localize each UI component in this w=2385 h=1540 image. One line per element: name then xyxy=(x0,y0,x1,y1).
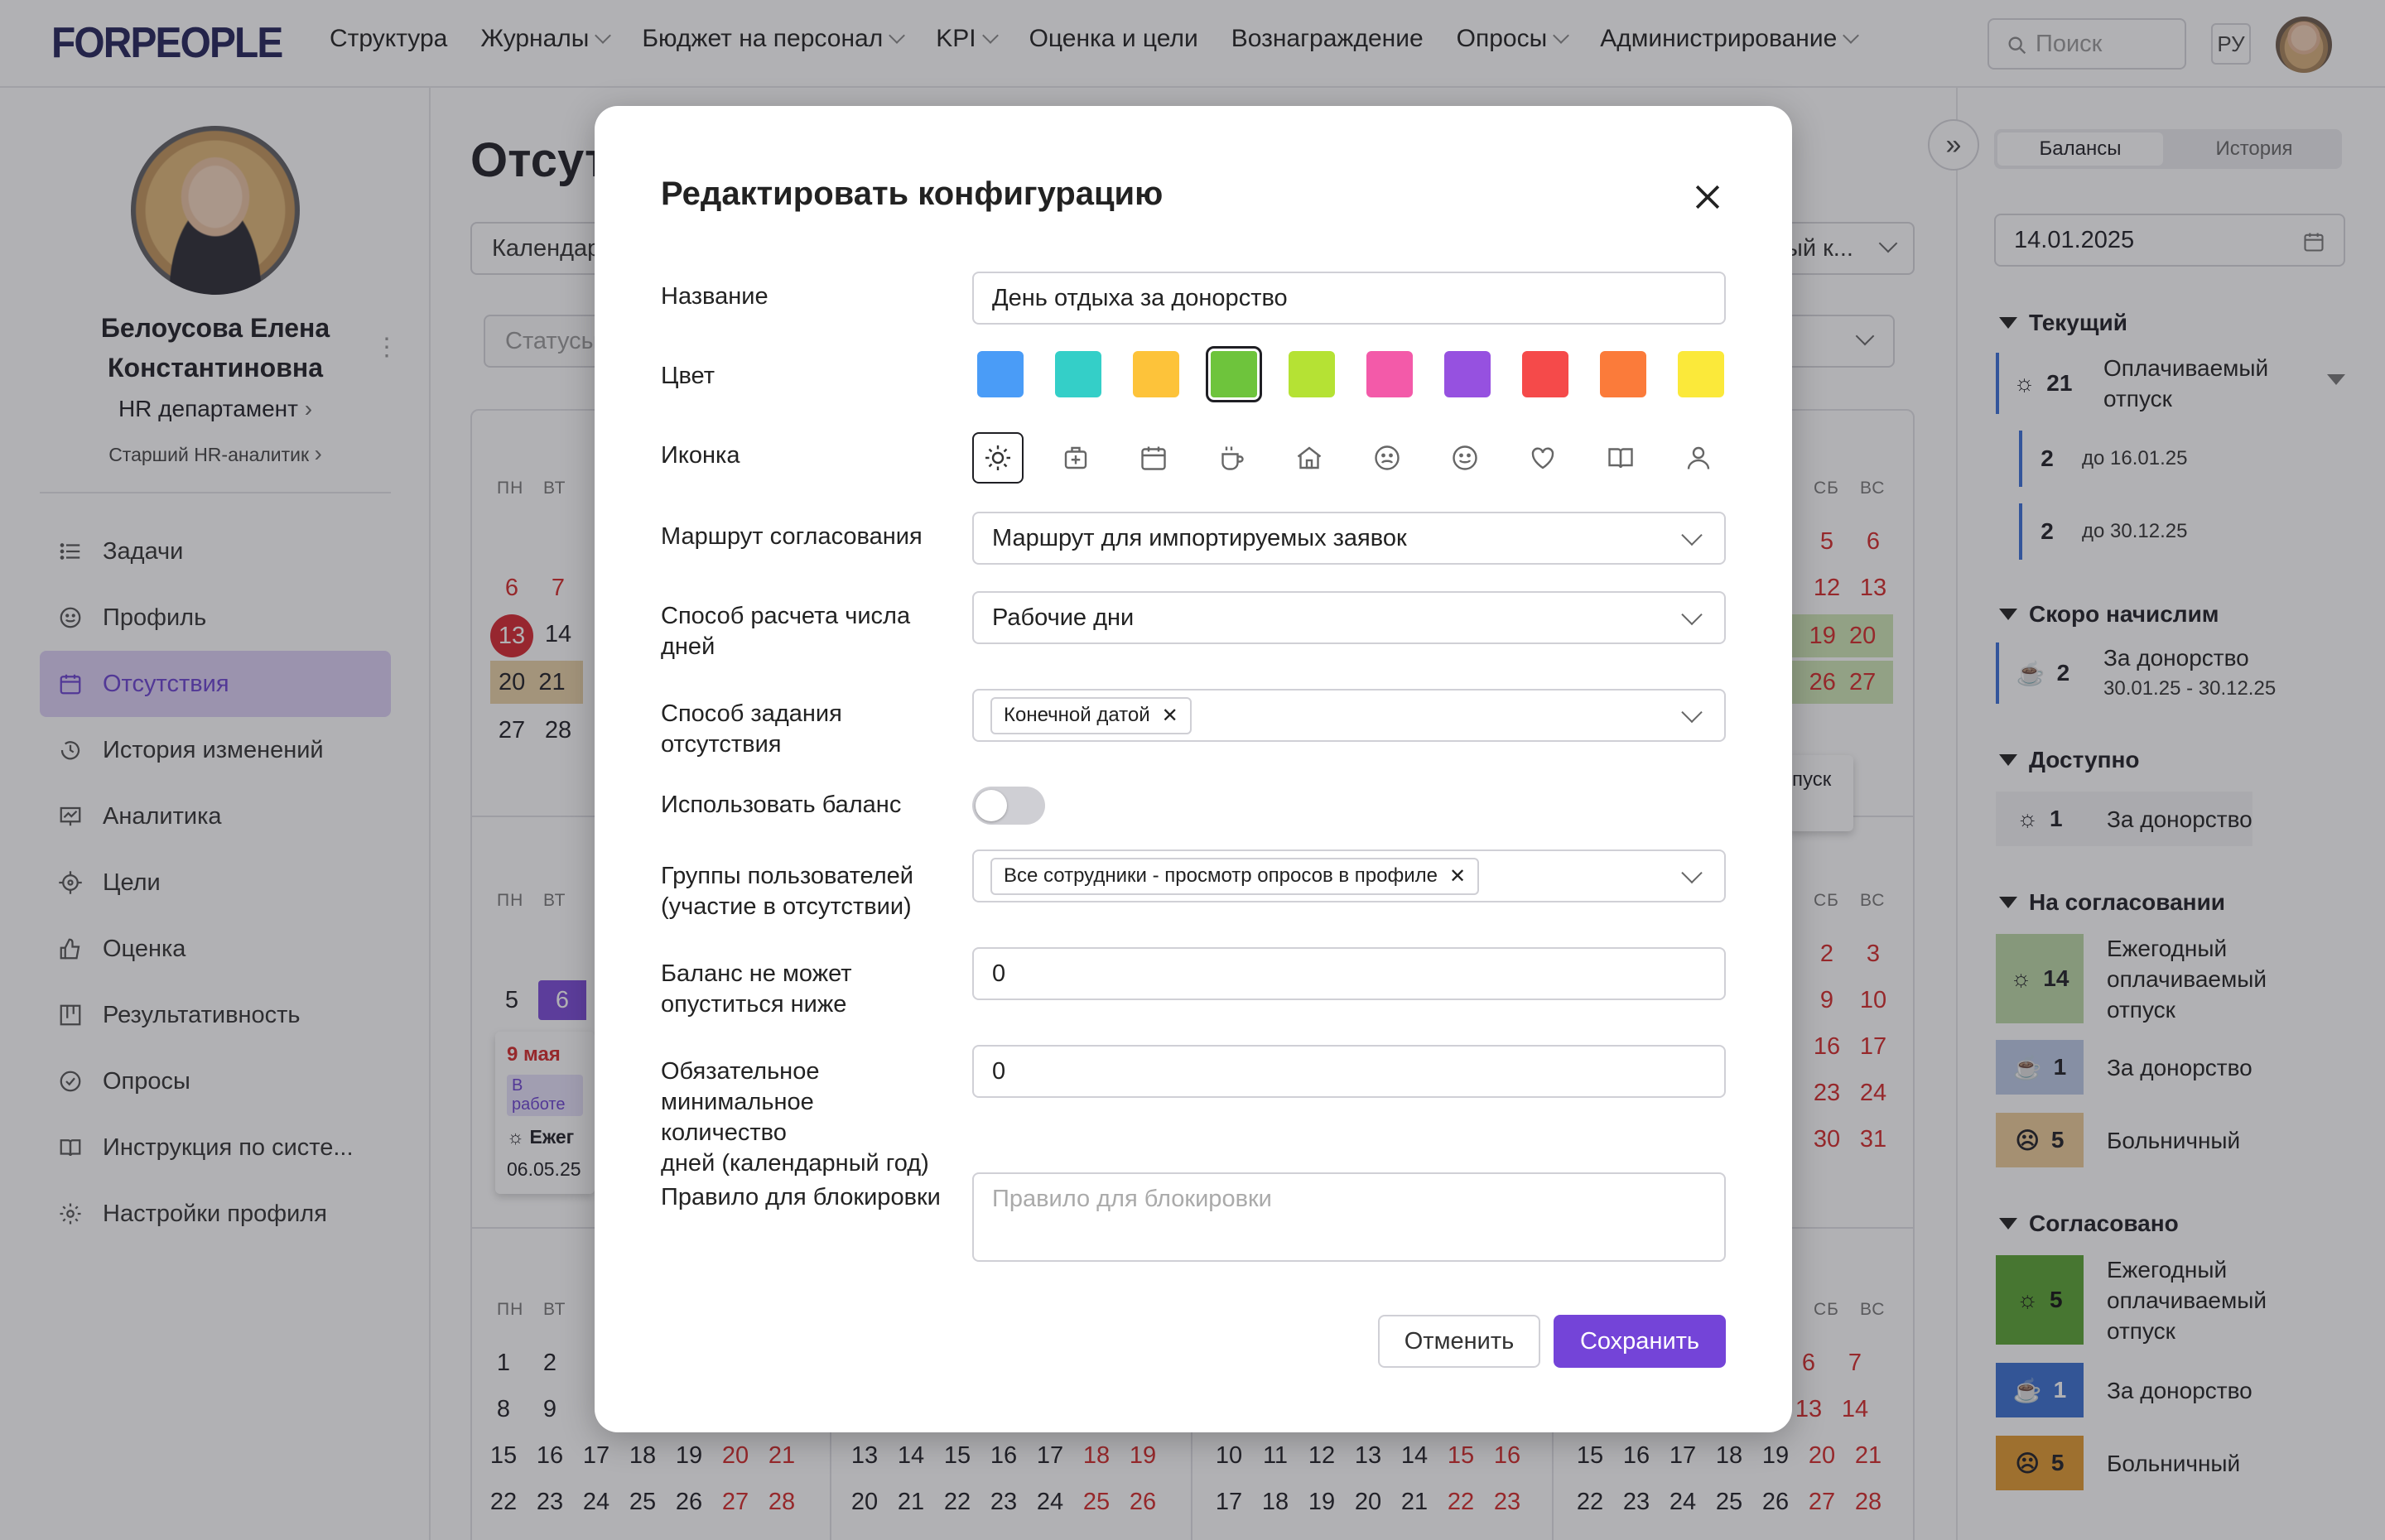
smile-face-icon[interactable] xyxy=(1439,432,1491,484)
label-mode: Способ задания отсутствия xyxy=(661,700,842,758)
label-icon: Иконка xyxy=(661,442,740,469)
user-icon[interactable] xyxy=(1673,432,1724,484)
calendar-icon[interactable] xyxy=(1128,432,1179,484)
groups-multiselect[interactable]: Все сотрудники - просмотр опросов в проф… xyxy=(972,849,1726,902)
label-calc: Способ расчета числа дней xyxy=(661,603,911,660)
min-balance-input[interactable]: 0 xyxy=(972,947,1726,1000)
color-swatch[interactable] xyxy=(1133,351,1179,397)
home-icon[interactable] xyxy=(1284,432,1335,484)
chip-remove-icon[interactable]: ✕ xyxy=(1449,864,1466,888)
chevron-down-icon xyxy=(1681,701,1703,724)
save-button[interactable]: Сохранить xyxy=(1554,1315,1726,1368)
close-icon[interactable] xyxy=(1689,179,1726,215)
color-swatch[interactable] xyxy=(977,351,1024,397)
block-rule-textarea[interactable]: Правило для блокировки xyxy=(972,1172,1726,1262)
sad-face-icon[interactable] xyxy=(1361,432,1413,484)
label-groups: Группы пользователей (участие в отсутстви… xyxy=(661,863,913,920)
color-swatch[interactable] xyxy=(1289,351,1335,397)
cancel-button[interactable]: Отменить xyxy=(1378,1315,1540,1368)
label-required-days: Обязательное минимальное количество дней (… xyxy=(661,1058,929,1177)
label-min-balance: Баланс не может опуститься ниже xyxy=(661,960,852,1018)
color-swatch[interactable] xyxy=(1055,351,1101,397)
name-input[interactable]: День отдыха за донорство xyxy=(972,272,1726,325)
color-swatch[interactable] xyxy=(1678,351,1724,397)
label-block-rule: Правило для блокировки xyxy=(661,1184,941,1210)
coffee-icon[interactable] xyxy=(1206,432,1257,484)
label-route: Маршрут согласования xyxy=(661,523,923,550)
required-days-input[interactable]: 0 xyxy=(972,1045,1726,1098)
groups-chip: Все сотрудники - просмотр опросов в проф… xyxy=(990,857,1480,895)
chip-remove-icon[interactable]: ✕ xyxy=(1162,704,1178,728)
edit-config-modal: Редактировать конфигурацию Название День… xyxy=(595,106,1792,1432)
mode-multiselect[interactable]: Конечной датой ✕ xyxy=(972,689,1726,742)
chevron-down-icon xyxy=(1681,524,1703,546)
heart-icon[interactable] xyxy=(1517,432,1568,484)
label-use-balance: Использовать баланс xyxy=(661,792,902,818)
label-color: Цвет xyxy=(661,363,715,389)
chevron-down-icon xyxy=(1681,862,1703,884)
color-swatch[interactable] xyxy=(1600,351,1646,397)
medkit-icon[interactable] xyxy=(1050,432,1101,484)
modal-title: Редактировать конфигурацию xyxy=(661,176,1164,212)
color-swatch[interactable] xyxy=(1444,351,1491,397)
calc-select[interactable]: Рабочие дни xyxy=(972,591,1726,644)
book-icon[interactable] xyxy=(1595,432,1646,484)
chevron-down-icon xyxy=(1681,604,1703,626)
mode-chip: Конечной датой ✕ xyxy=(990,696,1192,734)
use-balance-toggle[interactable] xyxy=(972,787,1045,825)
sun-icon[interactable] xyxy=(972,432,1024,484)
color-swatch[interactable] xyxy=(1522,351,1568,397)
color-swatch[interactable] xyxy=(1366,351,1413,397)
label-name: Название xyxy=(661,283,768,310)
color-swatch[interactable] xyxy=(1206,346,1262,402)
route-select[interactable]: Маршрут для импортируемых заявок xyxy=(972,512,1726,565)
